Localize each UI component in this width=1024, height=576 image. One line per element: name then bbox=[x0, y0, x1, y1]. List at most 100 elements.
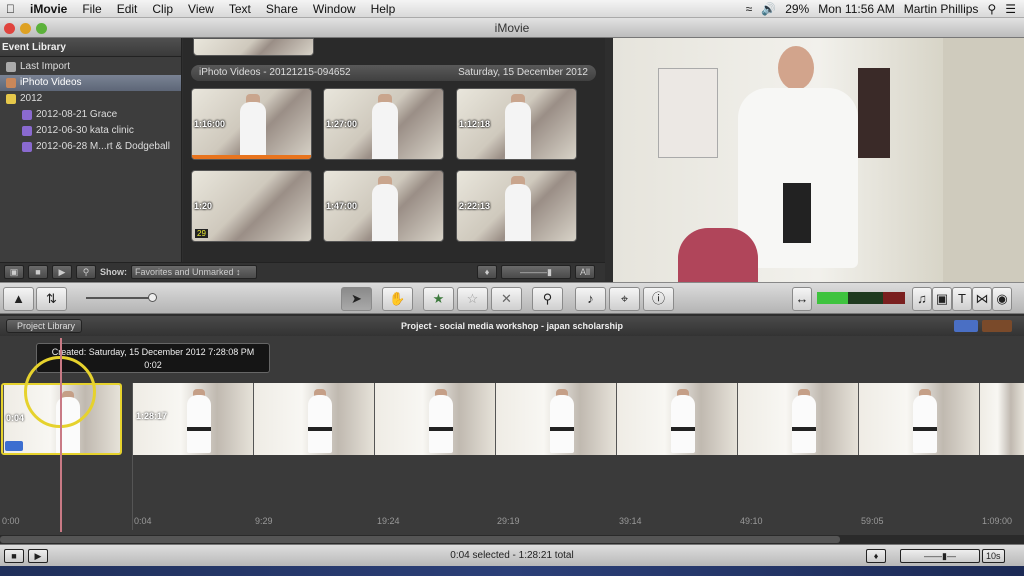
dock bbox=[0, 566, 1024, 576]
timeline-ruler: 0:00 0:04 9:29 19:24 29:19 39:14 49:10 59:05 1:0… bbox=[0, 516, 1024, 530]
keyword-button[interactable]: ⚲ bbox=[532, 287, 563, 311]
event-thumbnail[interactable] bbox=[193, 38, 314, 56]
video-viewer[interactable] bbox=[613, 38, 1024, 282]
reject-button[interactable]: ✕ bbox=[491, 287, 522, 311]
event-thumbnail[interactable]: 1:12:18 bbox=[456, 88, 577, 160]
notification-icon[interactable]: ☰ bbox=[1005, 2, 1016, 16]
ruler-tick-label: 59:05 bbox=[861, 516, 884, 526]
menu-clip[interactable]: Clip bbox=[152, 2, 173, 16]
event-thumbnail[interactable]: 1:47:00 bbox=[323, 170, 444, 242]
scroll-thumb[interactable] bbox=[0, 536, 840, 543]
clip-frame bbox=[253, 383, 374, 455]
camera-import-button[interactable]: ▲ bbox=[3, 287, 34, 311]
project-library-button[interactable]: Project Library bbox=[6, 319, 83, 333]
selection-status: 0:04 selected - 1:28:21 total bbox=[450, 550, 574, 561]
clip-settings-icon[interactable] bbox=[5, 441, 23, 451]
title-bar: iMovie bbox=[0, 18, 1024, 38]
frame-zoom-slider[interactable]: ——▮— bbox=[900, 549, 980, 563]
title-browser-button[interactable]: T bbox=[952, 287, 972, 311]
black-belt bbox=[783, 183, 811, 243]
play-full-screen-button[interactable]: ■ bbox=[4, 549, 24, 563]
photo-browser-button[interactable]: ▣ bbox=[932, 287, 952, 311]
zoom-button[interactable] bbox=[36, 23, 47, 34]
sidebar-item[interactable]: 2012-06-30 kata clinic bbox=[0, 123, 181, 139]
sidebar-item[interactable]: 2012-06-28 M...rt & Dodgeball bbox=[0, 139, 181, 155]
user-name[interactable]: Martin Phillips bbox=[904, 2, 979, 16]
black-belt bbox=[913, 427, 937, 431]
close-button[interactable] bbox=[4, 23, 15, 34]
voiceover-button[interactable]: ♪ bbox=[575, 287, 606, 311]
main-toolbar: ▲ ⇅ ➤ ✋ ★ ☆ ✕ ⚲ ♪ ⌖ ⓘ ↔ ♫ ▣ T ⋈ ◉ bbox=[0, 282, 1024, 314]
unmark-button[interactable]: ☆ bbox=[457, 287, 488, 311]
event-thumbnail[interactable]: 1:16:00 bbox=[191, 88, 312, 160]
person-figure bbox=[671, 395, 695, 453]
wifi-icon[interactable]: ≈ bbox=[746, 2, 753, 16]
clip-frame bbox=[979, 383, 1024, 455]
thumbnail-badge: 29 bbox=[195, 229, 208, 238]
clip-frame bbox=[858, 383, 979, 455]
favorite-button[interactable]: ★ bbox=[423, 287, 454, 311]
event-thumbnail[interactable]: 1:27:00 bbox=[323, 88, 444, 160]
menu-view[interactable]: View bbox=[188, 2, 214, 16]
menu-help[interactable]: Help bbox=[371, 2, 396, 16]
all-button[interactable]: All bbox=[575, 265, 595, 279]
sidebar-item[interactable]: 2012 bbox=[0, 91, 181, 107]
menu-share[interactable]: Share bbox=[266, 2, 298, 16]
person-head bbox=[778, 46, 814, 90]
spotlight-icon[interactable]: ⚲ bbox=[987, 2, 996, 16]
audio-waveform-button[interactable]: ♦ bbox=[866, 549, 886, 563]
event-thumbnail[interactable]: 2:22:13 bbox=[456, 170, 577, 242]
battery-status[interactable]: 29% bbox=[785, 2, 809, 16]
theme-button[interactable] bbox=[982, 320, 1012, 332]
music-browser-button[interactable]: ♫ bbox=[912, 287, 932, 311]
ruler-tick-label: 29:19 bbox=[497, 516, 520, 526]
audio-meter-toggle[interactable]: ↔ bbox=[792, 287, 812, 311]
person-figure bbox=[239, 101, 266, 159]
transition-browser-button[interactable]: ⋈ bbox=[972, 287, 992, 311]
clip-size-slider[interactable] bbox=[86, 297, 152, 299]
event-thumbnail[interactable]: 1:20 29 bbox=[191, 170, 312, 242]
timeline-scrollbar[interactable] bbox=[0, 535, 1024, 544]
playhead[interactable] bbox=[60, 338, 62, 532]
waveform-button[interactable]: ♦ bbox=[477, 265, 497, 279]
play-button[interactable]: ▶ bbox=[52, 265, 72, 279]
menu-app[interactable]: iMovie bbox=[30, 2, 67, 16]
thumbnail-duration: 1:27:00 bbox=[326, 119, 358, 129]
pointer-tool-button[interactable]: ➤ bbox=[341, 287, 372, 311]
search-button[interactable]: ⚲ bbox=[76, 265, 96, 279]
clock[interactable]: Mon 11:56 AM bbox=[818, 2, 895, 16]
person-figure bbox=[504, 183, 531, 241]
ruler-tick-label: 0:00 bbox=[2, 516, 20, 526]
thumbnail-size-slider[interactable]: ———▮ bbox=[501, 265, 571, 279]
door bbox=[943, 38, 1024, 282]
menu-window[interactable]: Window bbox=[313, 2, 356, 16]
menu-edit[interactable]: Edit bbox=[117, 2, 138, 16]
volume-icon[interactable]: 🔊 bbox=[761, 2, 776, 16]
menu-file[interactable]: File bbox=[82, 2, 101, 16]
minimize-button[interactable] bbox=[20, 23, 31, 34]
swap-button[interactable]: ⇅ bbox=[36, 287, 67, 311]
crop-button[interactable]: ⌖ bbox=[609, 287, 640, 311]
hand-tool-button[interactable]: ✋ bbox=[382, 287, 413, 311]
show-filter-select[interactable]: Favorites and Unmarked ↕ bbox=[131, 265, 257, 279]
thumbnail-duration: 1:47:00 bbox=[326, 201, 358, 211]
filmstrip-view-button[interactable] bbox=[954, 320, 978, 332]
ruler-tick-label: 0:04 bbox=[134, 516, 152, 526]
play-full-button[interactable]: ■ bbox=[28, 265, 48, 279]
poster bbox=[658, 68, 718, 158]
info-button[interactable]: ⓘ bbox=[643, 287, 674, 311]
library-toggle-button[interactable]: ▣ bbox=[4, 265, 24, 279]
sidebar-item[interactable]: 2012-08-21 Grace bbox=[0, 107, 181, 123]
sidebar-item[interactable]: Last Import bbox=[0, 59, 181, 75]
menu-text[interactable]: Text bbox=[229, 2, 251, 16]
map-browser-button[interactable]: ◉ bbox=[992, 287, 1012, 311]
apple-icon[interactable]:  bbox=[6, 2, 15, 16]
audio-level-meter bbox=[817, 292, 905, 304]
play-project-button[interactable]: ▶ bbox=[28, 549, 48, 563]
sidebar-item[interactable]: iPhoto Videos bbox=[0, 75, 181, 91]
thumbnail-duration: 1:20 bbox=[194, 201, 213, 211]
show-label: Show: bbox=[100, 267, 127, 277]
slider-knob[interactable] bbox=[148, 293, 157, 302]
project-timeline[interactable]: 0:04 1:28:17 Created: Saturday, 15 Decemb… bbox=[0, 336, 1024, 536]
project-clip[interactable] bbox=[132, 383, 1024, 455]
